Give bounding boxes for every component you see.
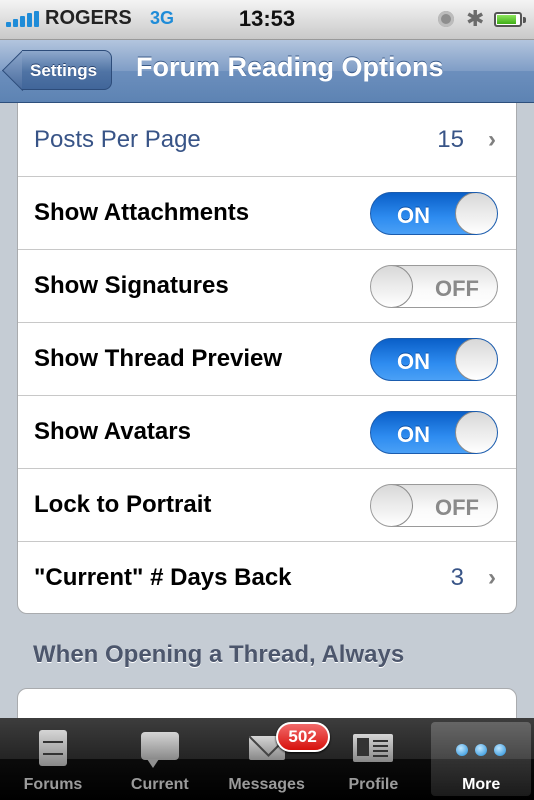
page-title: Forum Reading Options [136, 52, 444, 82]
tab-label: More [462, 776, 501, 793]
toggle-knob [455, 412, 497, 453]
toggle-state-label: OFF [435, 495, 479, 520]
settings-row-label: Show Signatures [34, 272, 229, 299]
carrier-name: ROGERS [45, 7, 132, 29]
section-header: When Opening a Thread, Always [33, 641, 405, 668]
more-dots-icon [456, 744, 507, 756]
tab-label: Current [130, 776, 189, 793]
battery-level [497, 15, 517, 24]
toggle-switch[interactable]: OFF [370, 484, 498, 527]
chevron-right-icon: › [488, 564, 496, 591]
thread-open-group [17, 688, 517, 718]
toggle-knob [455, 193, 497, 234]
tab-bar: Forums Current 502 Messages Profile More [0, 718, 534, 800]
settings-row[interactable]: Show Avatars ON [18, 396, 516, 469]
toggle-switch[interactable]: ON [370, 338, 498, 381]
settings-row-label: Show Thread Preview [34, 345, 283, 372]
bluetooth-icon: ✱ [466, 6, 485, 31]
tab-label: Messages [228, 776, 305, 793]
chevron-right-icon: › [488, 126, 496, 153]
status-bar: ROGERS 3G 13:53 ✱ [0, 0, 534, 40]
toggle-knob [455, 339, 497, 380]
settings-row-label: Show Attachments [34, 199, 250, 226]
battery-icon [494, 12, 526, 27]
settings-row-label: Lock to Portrait [34, 491, 212, 518]
signal-strength-icon [6, 11, 42, 27]
settings-row-value: 15 [437, 126, 464, 153]
tab-profile[interactable]: Profile [320, 718, 426, 800]
toggle-state-label: OFF [435, 276, 479, 301]
tab-messages[interactable]: 502 Messages [214, 718, 330, 800]
tab-current[interactable]: Current [107, 718, 213, 800]
toggle-switch[interactable]: ON [370, 411, 498, 454]
settings-table[interactable]: Posts Per Page 15 › Show Attachments ON Show … [0, 103, 534, 718]
tab-label: Profile [348, 776, 399, 793]
toggle-knob [371, 266, 413, 307]
settings-row[interactable]: Posts Per Page 15 › [18, 104, 516, 177]
settings-row-label: Show Avatars [34, 418, 191, 445]
tab-forums[interactable]: Forums [0, 718, 106, 800]
toggle-state-label: ON [397, 203, 430, 228]
back-button-label: Settings [30, 61, 98, 80]
tab-more[interactable]: More [431, 722, 532, 796]
settings-row[interactable]: Show Attachments ON [18, 177, 516, 250]
settings-row[interactable]: Lock to Portrait OFF [18, 469, 516, 542]
file-cabinet-icon [39, 730, 67, 766]
toggle-knob [371, 485, 413, 526]
rotation-lock-icon [438, 11, 454, 27]
settings-back-button[interactable]: Settings [1, 49, 113, 92]
toggle-switch[interactable]: ON [370, 192, 498, 235]
settings-row[interactable]: Show Signatures OFF [18, 250, 516, 323]
network-type: 3G [150, 8, 175, 28]
toggle-switch[interactable]: OFF [370, 265, 498, 308]
thread-open-first-row[interactable] [18, 689, 516, 718]
toggle-state-label: ON [397, 422, 430, 447]
toggle-state-label: ON [397, 349, 430, 374]
id-card-icon [353, 734, 394, 762]
settings-row-label: Posts Per Page [34, 126, 201, 153]
tab-label: Forums [23, 776, 83, 793]
settings-row[interactable]: Show Thread Preview ON [18, 323, 516, 396]
speech-bubble-icon [140, 732, 179, 768]
settings-row-label: "Current" # Days Back [34, 564, 292, 591]
reading-options-group: Posts Per Page 15 › Show Attachments ON Show … [17, 103, 517, 614]
settings-row-value: 3 [450, 564, 464, 591]
settings-row[interactable]: "Current" # Days Back 3 › [18, 542, 516, 615]
back-button-wrap[interactable]: Settings [1, 49, 113, 92]
